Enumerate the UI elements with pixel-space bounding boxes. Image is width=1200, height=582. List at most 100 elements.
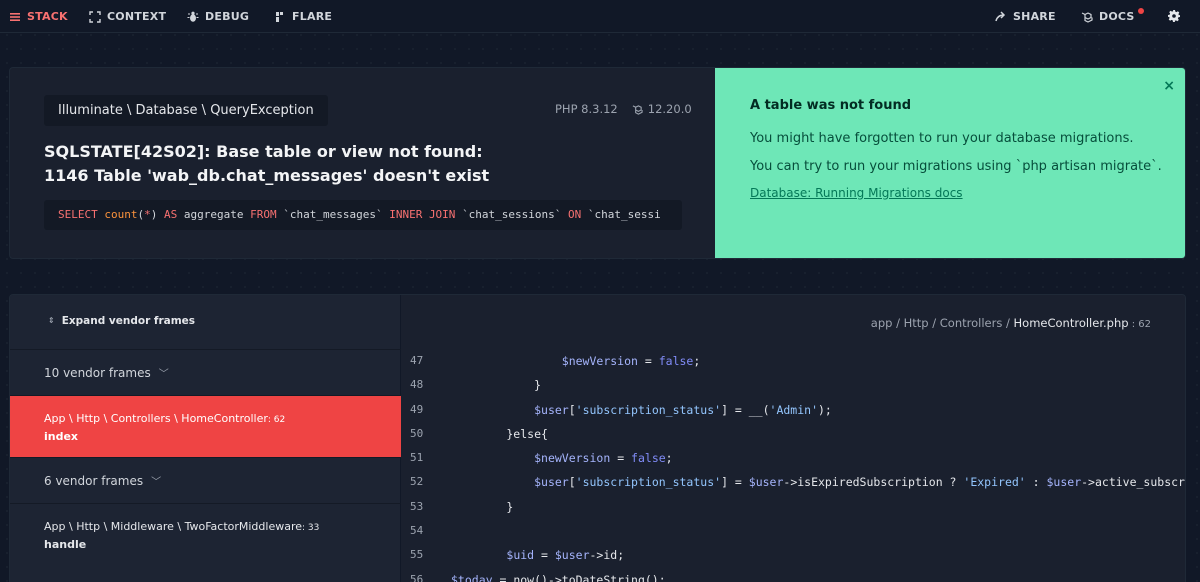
sql-token: ) [150, 208, 158, 221]
code-string: 'Expired' [963, 475, 1026, 490]
sql-keyword: AS [164, 208, 178, 221]
code-text: = [534, 548, 555, 563]
code-text: [ [568, 402, 576, 417]
code-source: }else{ [451, 426, 548, 441]
nav-context[interactable]: CONTEXT [89, 10, 166, 23]
code-text: ->isExpiredSubscription ? [783, 475, 964, 490]
code-boolean: false [658, 354, 694, 368]
sql-query: SELECT count(*) AS aggregate FROM `chat_… [44, 200, 682, 230]
code-text: ] = [721, 475, 749, 490]
frame-method: index [44, 430, 79, 443]
gear-icon [1168, 10, 1180, 22]
migrations-docs-link[interactable]: Database: Running Migrations docs [750, 186, 963, 200]
frame-class: App \ Http \ Middleware \ TwoFactorMiddl… [44, 520, 303, 533]
code-source: $user['subscription_status'] = __('Admin… [451, 398, 832, 422]
sql-table: `chat_sessi [587, 208, 661, 221]
code-variable: $newVersion [534, 451, 611, 466]
line-number: 55 [410, 548, 424, 562]
code-variable: $newVersion [561, 354, 638, 368]
code-source: $newVersion = false; [451, 446, 673, 470]
code-variable: $user [534, 475, 569, 490]
code-string: 'subscription_status' [575, 402, 722, 417]
nav-share[interactable]: SHARE [995, 10, 1056, 23]
code-line: 50 }else{ [401, 422, 1185, 446]
vendor-frames-toggle[interactable]: 10 vendor frames ﹀ [10, 349, 401, 395]
code-text: = now()->toDateString(); [492, 572, 666, 582]
notification-dot [1137, 8, 1144, 14]
nav-docs[interactable]: DOCS [1081, 8, 1144, 23]
code-line: 53 } [401, 495, 1185, 519]
code-text: [ [568, 475, 576, 490]
laravel-icon [632, 104, 643, 115]
code-text: ->active_subscrip [1081, 475, 1185, 490]
code-boolean: false [631, 451, 666, 466]
vendor-frames-toggle[interactable]: 6 vendor frames ﹀ [10, 457, 401, 503]
laravel-version-label: 12.20.0 [647, 102, 692, 116]
version-info: PHP 8.3.12 12.20.0 [555, 102, 692, 116]
bug-icon [187, 11, 199, 22]
nav-flare-label: FLARE [292, 10, 333, 23]
nav-share-label: SHARE [1013, 10, 1056, 23]
code-text: : [1025, 475, 1047, 490]
line-number: 48 [410, 378, 424, 392]
code-line: 49 $user['subscription_status'] = __('Ad… [401, 398, 1185, 422]
line-number: 51 [410, 451, 424, 465]
exception-class: Illuminate \ Database \ QueryException [44, 95, 328, 126]
sql-identifier: aggregate [183, 208, 244, 221]
code-string: 'subscription_status' [575, 475, 722, 490]
code-variable: $today [451, 572, 493, 582]
close-icon[interactable]: × [1163, 78, 1175, 94]
code-variable: $user [534, 402, 569, 417]
code-line: 47 $newVersion = false; [401, 349, 1185, 373]
stack-trace-card: ⇕ Expand vendor frames 10 vendor frames … [9, 294, 1186, 582]
expand-label: Expand vendor frames [61, 315, 196, 327]
line-number: 47 [410, 354, 424, 367]
code-line: 52 $user['subscription_status'] = $user-… [401, 470, 1185, 494]
code-text: = [637, 354, 659, 368]
frame-path: App \ Http \ Middleware \ TwoFactorMiddl… [44, 520, 319, 533]
frame-line: : 62 [267, 415, 286, 425]
sql-token: * [144, 208, 151, 221]
nav-context-label: CONTEXT [107, 10, 167, 23]
expand-corners-icon [89, 10, 101, 23]
sql-table: `chat_sessions` [462, 208, 562, 221]
nav-debug[interactable]: DEBUG [187, 10, 249, 23]
up-down-icon: ⇕ [48, 316, 55, 325]
code-text: ] = __( [721, 402, 770, 417]
frame-item[interactable]: App \ Http \ Middleware \ TwoFactorMiddl… [10, 503, 401, 565]
settings-button[interactable] [1168, 10, 1180, 22]
file-name: HomeController.php [1013, 316, 1129, 330]
line-number: 49 [410, 402, 424, 416]
expand-vendor-frames-button[interactable]: ⇕ Expand vendor frames [48, 315, 195, 327]
laravel-version: 12.20.0 [632, 102, 692, 116]
stack-icon [10, 12, 20, 21]
nav-docs-label: DOCS [1099, 10, 1135, 23]
code-line: 56 $today = now()->toDateString(); [401, 568, 1185, 582]
nav-stack[interactable]: STACK [9, 10, 68, 23]
vendor-frames-label: 6 vendor frames [44, 473, 144, 488]
frame-method: handle [44, 538, 87, 551]
solution-panel: × A table was not found You might have f… [715, 68, 1185, 258]
chevron-down-icon: ﹀ [151, 477, 162, 488]
code-text: ; [693, 354, 701, 368]
sql-keyword: ON [568, 208, 582, 221]
laravel-icon [1081, 11, 1093, 23]
file-dir: app / Http / Controllers / [870, 316, 1014, 330]
file-path: app / Http / Controllers / HomeControlle… [871, 316, 1151, 330]
code-variable: $user [748, 475, 784, 490]
solution-text: You might have forgotten to run your dat… [750, 131, 1134, 146]
code-source: } [451, 499, 514, 514]
code-source: } [451, 378, 542, 393]
code-variable: $uid [506, 548, 535, 563]
code-source: $user['subscription_status'] = $user->is… [451, 470, 1185, 494]
frame-item-active[interactable]: App \ Http \ Controllers \ HomeControlle… [10, 395, 401, 457]
nav-docs-wrap: DOCS [1099, 8, 1144, 23]
frames-list: ⇕ Expand vendor frames 10 vendor frames … [10, 295, 401, 582]
code-line: 48 } [401, 373, 1185, 397]
code-lines: 47 $newVersion = false; 48 } 49 $user['s… [401, 349, 1185, 582]
nav-flare[interactable]: FLARE [274, 10, 332, 23]
